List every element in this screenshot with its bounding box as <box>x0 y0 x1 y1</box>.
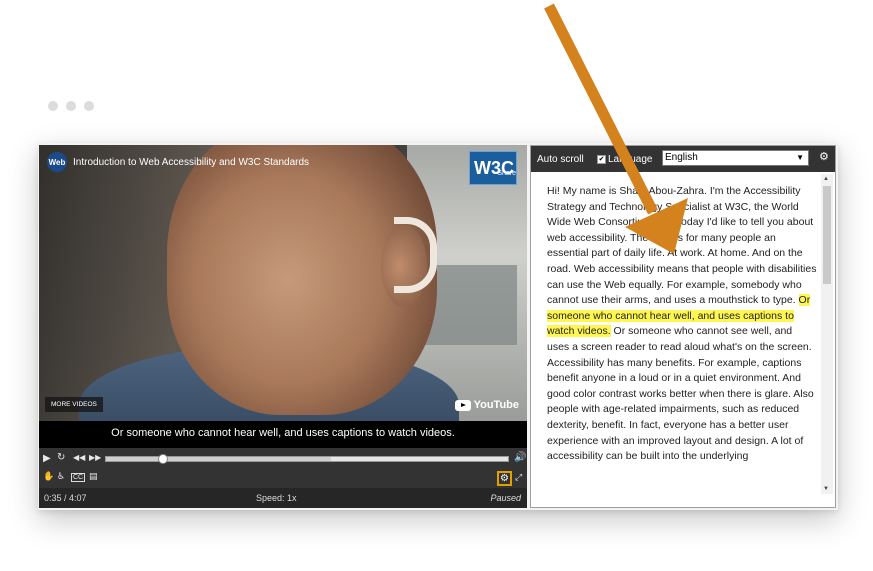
annotation-arrow <box>544 3 688 254</box>
arrow-shaft <box>544 3 658 215</box>
arrow-head <box>625 198 688 254</box>
